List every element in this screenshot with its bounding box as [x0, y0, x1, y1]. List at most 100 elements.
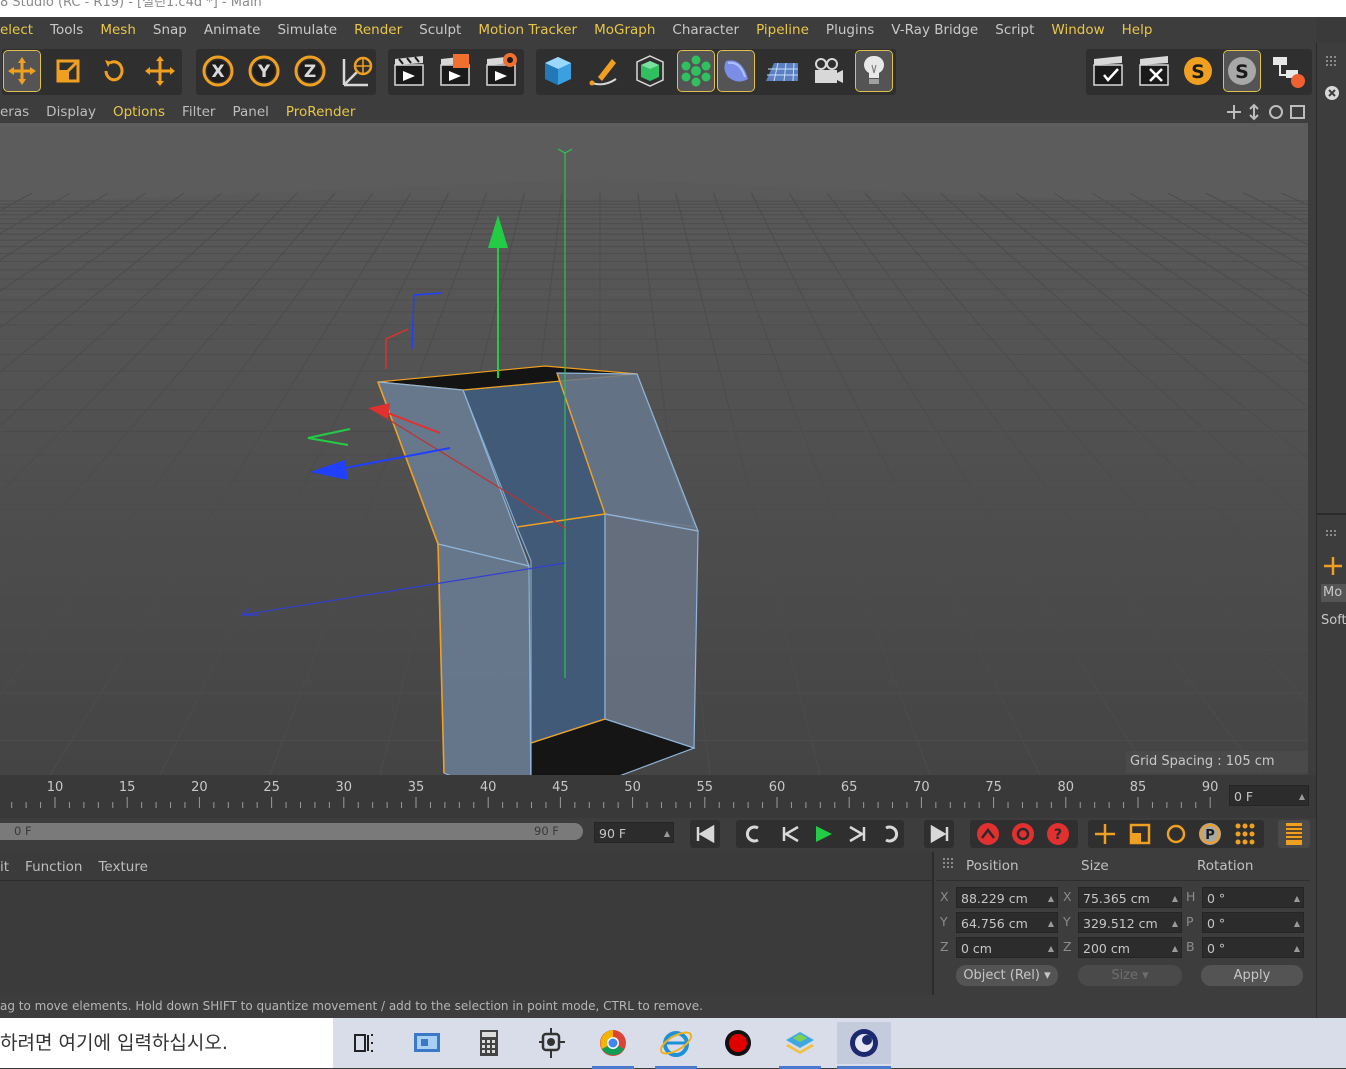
- menu-simulate[interactable]: Simulate: [269, 22, 346, 38]
- camera-button[interactable]: [810, 51, 846, 91]
- key-mode-controls[interactable]: P: [1086, 818, 1316, 852]
- key-scale-icon[interactable]: [1131, 833, 1141, 843]
- key-point-level-icon[interactable]: [1235, 823, 1255, 845]
- material-menu-texture[interactable]: Texture: [90, 859, 155, 875]
- floor-button[interactable]: [764, 51, 800, 91]
- viewport-menu-eras[interactable]: eras: [0, 104, 38, 120]
- render-queue-check-button[interactable]: [1090, 51, 1126, 91]
- mode-tab-mo[interactable]: Mo: [1321, 584, 1346, 602]
- position-field[interactable]: 0 cm ▲: [956, 937, 1058, 958]
- move-tool-button[interactable]: [3, 50, 41, 92]
- taskbar-app-calculator[interactable]: [468, 1022, 510, 1064]
- menu-plugins[interactable]: Plugins: [817, 22, 882, 38]
- keyframe-controls[interactable]: ?: [968, 818, 1080, 852]
- material-menu-function[interactable]: Function: [17, 859, 90, 875]
- z-axis-lock-button[interactable]: Z: [292, 51, 328, 91]
- cube-object-button[interactable]: [540, 51, 576, 91]
- spinner-icon[interactable]: ▲: [1048, 938, 1054, 957]
- spinner-icon[interactable]: ▲: [1172, 938, 1178, 957]
- x-axis-lock-button[interactable]: X: [200, 51, 236, 91]
- key-parameter-icon[interactable]: P: [1205, 828, 1215, 843]
- spinner-icon[interactable]: ▲: [1172, 888, 1178, 907]
- close-icon[interactable]: [1322, 83, 1342, 103]
- scale-tool-button[interactable]: [50, 51, 86, 91]
- world-coordinate-button[interactable]: [338, 51, 374, 91]
- menu-script[interactable]: Script: [987, 22, 1043, 38]
- menu-sculpt[interactable]: Sculpt: [411, 22, 470, 38]
- menu-help[interactable]: Help: [1113, 22, 1161, 38]
- menu-v-ray-bridge[interactable]: V-Ray Bridge: [883, 22, 987, 38]
- taskbar-app-control-panel[interactable]: [406, 1022, 448, 1064]
- rotation-field[interactable]: 0 ° ▲: [1202, 912, 1304, 933]
- s-plugin-orange-button[interactable]: S: [1180, 51, 1216, 91]
- size-field[interactable]: 200 cm ▲: [1078, 937, 1182, 958]
- menu-snap[interactable]: Snap: [144, 22, 195, 38]
- attribute-move-icon[interactable]: [1322, 555, 1344, 577]
- current-frame-field[interactable]: 0 F ▲: [1229, 785, 1309, 806]
- timeline-ruler[interactable]: 0 F ▲ 10 15 20 25 30 35 40 45 50 55 60 65 70 75 80 85 90: [0, 775, 1316, 818]
- playback-controls[interactable]: [688, 818, 958, 852]
- viewport-menu-filter[interactable]: Filter: [174, 104, 224, 120]
- hierarchy-plugin-button[interactable]: [1270, 51, 1306, 91]
- menu-elect[interactable]: elect: [0, 22, 42, 38]
- viewport-menu-options[interactable]: Options: [104, 104, 173, 120]
- preview-range-slider[interactable]: 0 F 90 F: [0, 823, 583, 840]
- live-selection-button[interactable]: [142, 51, 178, 91]
- render-queue-x-button[interactable]: [1136, 51, 1172, 91]
- taskbar-app-recorder[interactable]: [717, 1022, 759, 1064]
- cloner-button[interactable]: [677, 50, 715, 92]
- viewport-menu-prorender[interactable]: ProRender: [277, 104, 363, 120]
- spinner-icon[interactable]: ▲: [1294, 938, 1300, 957]
- size-mode-dropdown[interactable]: Size ▾: [1078, 965, 1182, 986]
- taskbar-search-box[interactable]: 하려면 여기에 입력하십시오.: [0, 1018, 333, 1068]
- rotation-field[interactable]: 0 ° ▲: [1202, 937, 1304, 958]
- render-picture-viewer-button[interactable]: [437, 51, 473, 91]
- panel-grip-icon-2[interactable]: [1323, 527, 1341, 545]
- rotate-tool-button[interactable]: [96, 51, 132, 91]
- size-field[interactable]: 75.365 cm ▲: [1078, 887, 1182, 908]
- s-plugin-gray-button[interactable]: S: [1223, 50, 1261, 92]
- spinner-icon[interactable]: ▲: [1294, 888, 1300, 907]
- menu-character[interactable]: Character: [664, 22, 748, 38]
- spinner-icon[interactable]: ▲: [664, 823, 670, 842]
- menu-window[interactable]: Window: [1043, 22, 1113, 38]
- taskbar-app-network[interactable]: [530, 1022, 572, 1064]
- taskbar-app-chrome[interactable]: [592, 1022, 634, 1069]
- mode-tab-soft[interactable]: Soft: [1321, 612, 1346, 630]
- menu-motion-tracker[interactable]: Motion Tracker: [470, 22, 586, 38]
- viewport-menu-display[interactable]: Display: [38, 104, 105, 120]
- rotation-field[interactable]: 0 ° ▲: [1202, 887, 1304, 908]
- task-view-button[interactable]: [343, 1022, 385, 1064]
- spinner-icon[interactable]: ▲: [1048, 913, 1054, 932]
- viewport-nav-controls[interactable]: [1224, 102, 1308, 122]
- spinner-icon[interactable]: ▲: [1172, 913, 1178, 932]
- subdivision-surface-button[interactable]: [632, 51, 668, 91]
- render-view-button[interactable]: [391, 51, 427, 91]
- deformer-button[interactable]: [717, 50, 755, 92]
- max-frame-field[interactable]: 90 F ▲: [594, 822, 674, 843]
- light-button[interactable]: [855, 50, 893, 92]
- menu-mesh[interactable]: Mesh: [92, 22, 145, 38]
- menu-mograph[interactable]: MoGraph: [586, 22, 664, 38]
- position-field[interactable]: 88.229 cm ▲: [956, 887, 1058, 908]
- menu-tools[interactable]: Tools: [42, 22, 92, 38]
- coord-grip-icon[interactable]: [942, 857, 956, 871]
- apply-button[interactable]: Apply: [1201, 965, 1303, 986]
- taskbar-app-internet-explorer[interactable]: [655, 1022, 697, 1069]
- viewport-menu-panel[interactable]: Panel: [224, 104, 277, 120]
- material-menu-it[interactable]: it: [0, 859, 17, 875]
- viewport-canvas[interactable]: [0, 123, 1308, 775]
- position-field[interactable]: 64.756 cm ▲: [956, 912, 1058, 933]
- taskbar-app-layers[interactable]: [779, 1022, 821, 1069]
- spinner-icon[interactable]: ▲: [1048, 888, 1054, 907]
- spinner-icon[interactable]: ▲: [1294, 913, 1300, 932]
- pen-spline-button[interactable]: [586, 51, 622, 91]
- menu-pipeline[interactable]: Pipeline: [748, 22, 818, 38]
- panel-grip-icon[interactable]: [1323, 53, 1341, 71]
- size-field[interactable]: 329.512 cm ▲: [1078, 912, 1182, 933]
- spinner-icon[interactable]: ▲: [1299, 786, 1305, 805]
- taskbar-app-cinema4d[interactable]: [837, 1022, 891, 1069]
- y-axis-lock-button[interactable]: Y: [246, 51, 282, 91]
- menu-render[interactable]: Render: [346, 22, 411, 38]
- key-help-icon[interactable]: ?: [1054, 827, 1062, 843]
